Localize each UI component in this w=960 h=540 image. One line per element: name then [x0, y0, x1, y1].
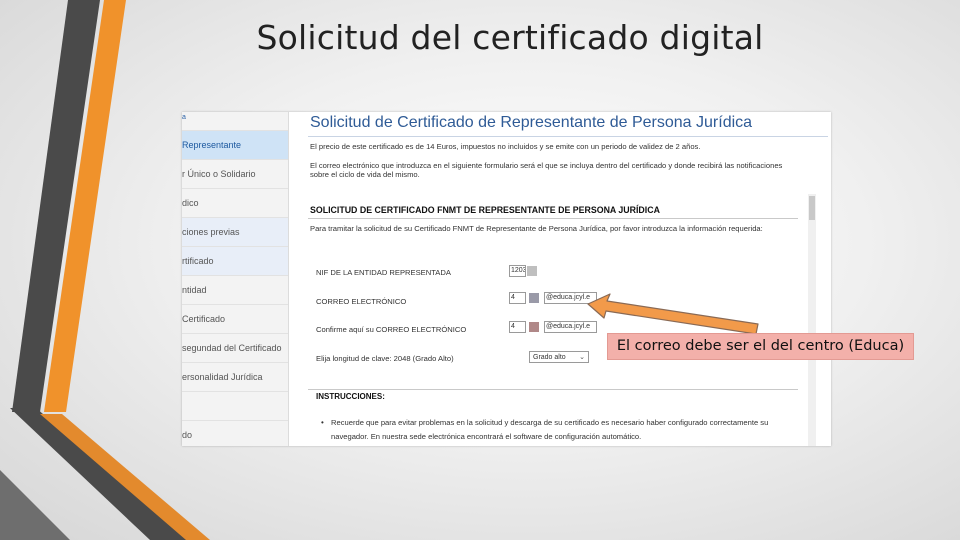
- main-content: Solicitud de Certificado de Representant…: [289, 112, 831, 446]
- divider: [308, 136, 828, 137]
- email-confirm-label: Confirme aquí su CORREO ELECTRÓNICO: [316, 325, 467, 334]
- sidebar-item[interactable]: [182, 392, 288, 421]
- divider: [308, 218, 798, 219]
- slide-title: Solicitud del certificado digital: [256, 18, 764, 57]
- key-length-label: Elija longitud de clave: 2048 (Grado Alt…: [316, 354, 454, 363]
- email-confirm-redaction: [529, 322, 539, 332]
- sidebar-item[interactable]: ntidad: [182, 276, 288, 305]
- sidebar-item[interactable]: do: [182, 421, 288, 446]
- email-label: CORREO ELECTRÓNICO: [316, 297, 407, 306]
- page-title: Solicitud de Certificado de Representant…: [310, 114, 753, 131]
- sidebar-item[interactable]: ciones previas: [182, 218, 288, 247]
- scrollbar-thumb[interactable]: [809, 196, 815, 220]
- instructions-line-2: navegador. En nuestra sede electrónica e…: [331, 432, 642, 441]
- sidebar-item[interactable]: segundad del Certificado: [182, 334, 288, 363]
- sidebar-item-representante[interactable]: Representante: [182, 131, 288, 160]
- sidebar-item[interactable]: Certificado: [182, 305, 288, 334]
- key-length-value: Grado alto: [533, 354, 566, 361]
- sidebar: a Representante r Único o Solidario dico…: [182, 112, 289, 446]
- sidebar-item[interactable]: r Único o Solidario: [182, 160, 288, 189]
- scrollbar[interactable]: [808, 194, 816, 446]
- email-notice-text-cont: sobre el ciclo de vida del mismo.: [310, 170, 420, 179]
- key-length-select[interactable]: Grado alto ⌄: [529, 351, 589, 363]
- nif-input[interactable]: 1203: [509, 265, 526, 277]
- email-redaction: [529, 293, 539, 303]
- embedded-screenshot: a Representante r Único o Solidario dico…: [182, 112, 831, 446]
- sidebar-item[interactable]: rtificado: [182, 247, 288, 276]
- nif-label: NIF DE LA ENTIDAD REPRESENTADA: [316, 268, 451, 277]
- bullet-icon: •: [321, 418, 324, 427]
- email-input[interactable]: 4: [509, 292, 526, 304]
- price-text: El precio de este certificado es de 14 E…: [310, 142, 701, 151]
- deco-dark-corner: [0, 470, 70, 540]
- form-title: SOLICITUD DE CERTIFICADO FNMT DE REPRESE…: [310, 205, 660, 215]
- divider: [308, 389, 798, 390]
- sidebar-item[interactable]: dico: [182, 189, 288, 218]
- sidebar-item[interactable]: ersonalidad Jurídica: [182, 363, 288, 392]
- chevron-down-icon: ⌄: [579, 354, 585, 361]
- nif-row: NIF DE LA ENTIDAD REPRESENTADA 1203: [316, 263, 806, 283]
- sidebar-item[interactable]: a: [182, 112, 288, 131]
- nif-redaction: [527, 266, 537, 276]
- instructions-line-1: Recuerde que para evitar problemas en la…: [331, 418, 769, 427]
- form-intro: Para tramitar la solicitud de su Certifi…: [310, 224, 763, 233]
- callout-note: El correo debe ser el del centro (Educa): [607, 333, 914, 360]
- email-confirm-input[interactable]: 4: [509, 321, 526, 333]
- instructions-title: INSTRUCCIONES:: [316, 392, 385, 401]
